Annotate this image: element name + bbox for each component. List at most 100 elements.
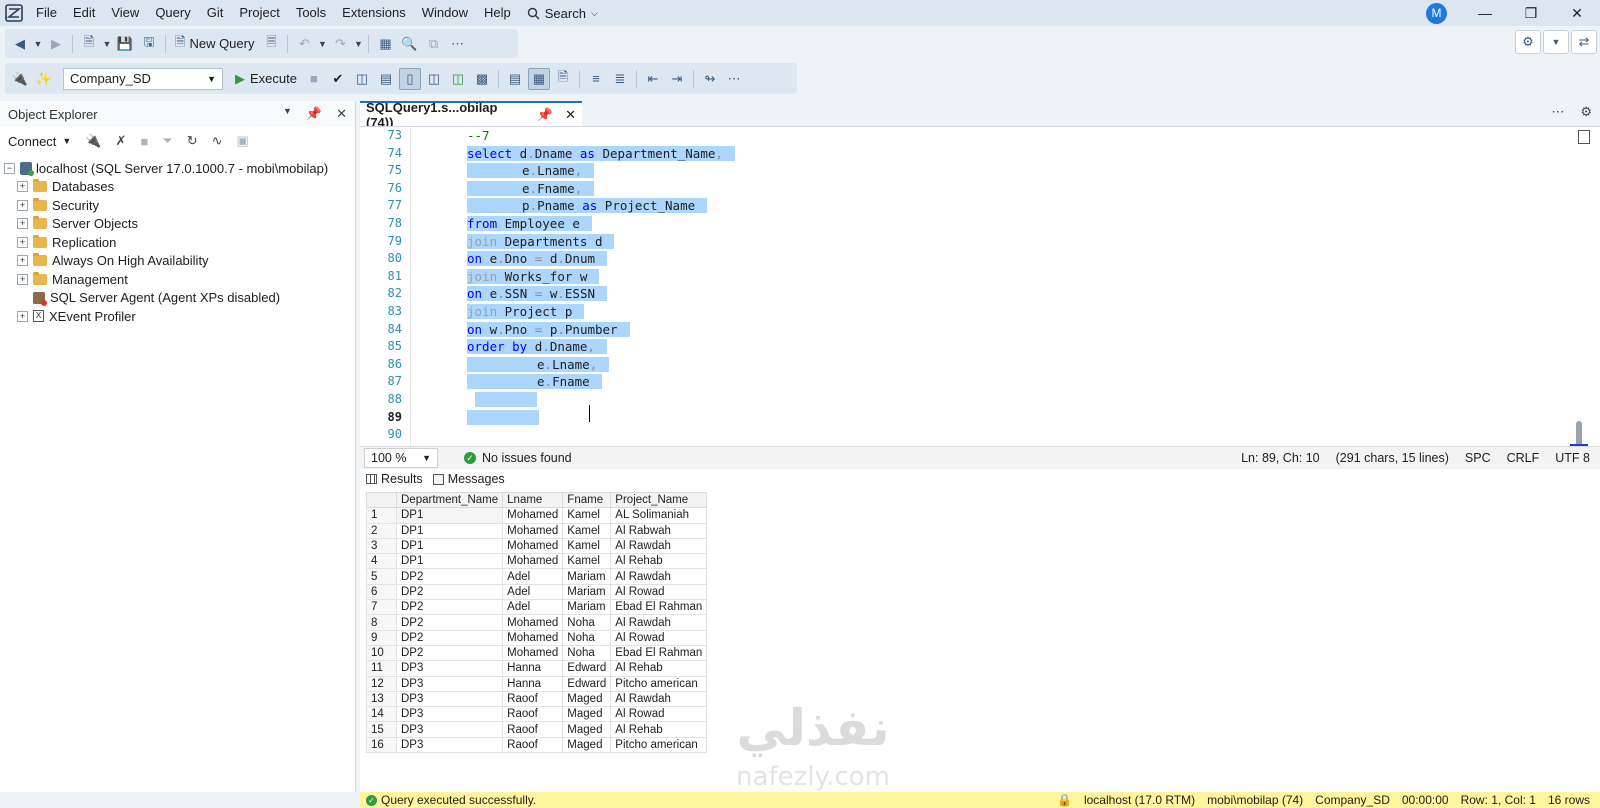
table-row[interactable]: 6 DP2 Adel Mariam Al Rowad — [366, 583, 708, 601]
row-number[interactable]: 1 — [366, 507, 397, 524]
table-cell[interactable]: Al Rehab — [610, 553, 708, 570]
table-cell[interactable]: Noha — [562, 644, 612, 662]
expand-icon[interactable]: + — [17, 273, 28, 285]
whitespace-mode[interactable]: SPC — [1465, 451, 1491, 465]
split-editor-icon[interactable] — [1578, 130, 1590, 144]
table-cell[interactable]: Al Rabwah — [610, 522, 708, 539]
forward-icon[interactable]: ▶ — [45, 33, 67, 55]
menu-edit[interactable]: Edit — [65, 0, 103, 26]
table-cell[interactable]: DP2 — [395, 629, 504, 646]
sql-editor[interactable]: 73 74 75 76 77 78 79 80 81 82 83 84 85 8… — [360, 126, 1600, 446]
intellisense-icon[interactable]: ▯ — [398, 67, 421, 90]
table-cell[interactable]: Al Rawdah — [610, 537, 708, 555]
disconnect-icon[interactable]: ✗ — [116, 133, 127, 149]
results-to-text-icon[interactable]: ▤ — [504, 68, 526, 90]
table-cell[interactable]: Maged — [562, 736, 612, 754]
table-row[interactable]: 7 DP2 Adel Mariam Ebad El Rahman — [366, 599, 708, 616]
tree-node-server-objects[interactable]: + Server Objects — [0, 215, 355, 234]
table-cell[interactable]: Al Rowad — [610, 583, 708, 601]
table-cell[interactable]: Raoof — [502, 736, 564, 754]
pin-icon[interactable]: 📌 — [537, 107, 553, 123]
table-cell[interactable]: DP2 — [395, 583, 504, 601]
row-number[interactable]: 6 — [366, 583, 397, 601]
table-cell[interactable]: Kamel — [562, 507, 612, 524]
undo-icon[interactable]: ↶ — [293, 33, 315, 55]
tree-node-server[interactable]: − localhost (SQL Server 17.0.1000.7 - mo… — [0, 159, 355, 178]
windows-icon[interactable]: ⧉ — [422, 33, 444, 55]
table-cell[interactable]: Al Rowad — [610, 706, 708, 723]
query-designer-icon[interactable]: ▤ — [375, 68, 397, 90]
table-cell[interactable]: DP2 — [395, 568, 504, 585]
client-stats-icon[interactable]: ▩ — [471, 68, 493, 90]
more-icon[interactable]: ⋯ — [1551, 104, 1564, 120]
tree-node-management[interactable]: + Management — [0, 270, 355, 289]
table-cell[interactable]: Mohamed — [502, 522, 564, 539]
save-icon[interactable]: 💾 — [114, 33, 136, 55]
more-icon[interactable]: ⋯ — [723, 68, 745, 90]
table-cell[interactable]: DP1 — [395, 507, 504, 524]
chevron-down-icon[interactable]: ▼ — [283, 106, 292, 122]
table-cell[interactable]: Hanna — [502, 675, 564, 692]
row-number[interactable]: 16 — [366, 736, 397, 754]
table-cell[interactable]: Hanna — [502, 660, 564, 677]
refresh-icon[interactable]: ↻ — [187, 133, 198, 149]
encoding[interactable]: UTF 8 — [1555, 451, 1590, 465]
table-cell[interactable]: Al Rawdah — [610, 690, 708, 708]
table-cell[interactable]: Pitcho american — [610, 736, 708, 754]
table-cell[interactable]: Ebad El Rahman — [610, 644, 708, 662]
row-number[interactable]: 11 — [366, 660, 397, 677]
chevron-down-icon[interactable]: ▼ — [353, 39, 363, 49]
table-cell[interactable]: Al Rehab — [610, 721, 708, 738]
row-number[interactable]: 15 — [366, 721, 397, 738]
collapse-icon[interactable]: − — [4, 162, 15, 174]
column-header[interactable]: Project_Name — [610, 491, 708, 509]
minimize-button[interactable]: — — [1462, 0, 1508, 26]
line-ending[interactable]: CRLF — [1507, 451, 1540, 465]
tree-node-sql-agent[interactable]: SQL Server Agent (Agent XPs disabled) — [0, 289, 355, 308]
tree-node-replication[interactable]: + Replication — [0, 233, 355, 252]
row-number[interactable]: 3 — [366, 537, 397, 555]
redo-icon[interactable]: ↷ — [329, 33, 351, 55]
table-row[interactable]: 1 DP1 Mohamed Kamel AL Solimaniah — [366, 507, 708, 524]
table-cell[interactable]: Adel — [502, 568, 564, 585]
table-cell[interactable]: DP3 — [395, 690, 504, 708]
table-row[interactable]: 11 DP3 Hanna Edward Al Rehab — [366, 660, 708, 677]
table-cell[interactable]: Edward — [562, 675, 612, 692]
table-cell[interactable]: DP3 — [395, 736, 504, 754]
cursor-position[interactable]: Ln: 89, Ch: 10 — [1241, 451, 1320, 465]
table-cell[interactable]: Kamel — [562, 522, 612, 539]
expand-icon[interactable]: + — [17, 218, 28, 230]
stop-icon[interactable]: ■ — [303, 68, 325, 90]
code-area[interactable]: --7 select d.Dname as Department_Name, e… — [410, 127, 1600, 446]
results-to-grid-icon[interactable]: ▦ — [527, 67, 550, 90]
connect-plug-icon[interactable]: 🔌 — [85, 133, 101, 149]
column-header[interactable]: Fname — [562, 491, 612, 509]
table-row[interactable]: 14 DP3 Raoof Maged Al Rowad — [366, 706, 708, 723]
back-icon[interactable]: ◀ — [9, 33, 31, 55]
table-cell[interactable]: DP2 — [395, 644, 504, 662]
tree-node-security[interactable]: + Security — [0, 196, 355, 215]
indent-icon[interactable]: ⇥ — [666, 68, 688, 90]
table-row[interactable]: 10 DP2 Mohamed Noha Ebad El Rahman — [366, 644, 708, 662]
table-cell[interactable]: Maged — [562, 690, 612, 708]
new-file-icon[interactable]: 🗎 — [78, 33, 100, 55]
expand-icon[interactable]: + — [17, 236, 28, 248]
row-number[interactable]: 9 — [366, 629, 397, 646]
connect-plug-icon[interactable]: 🔌 — [9, 68, 31, 90]
menu-help[interactable]: Help — [476, 0, 519, 26]
database-select[interactable]: Company_SD ▼ — [63, 67, 223, 90]
actual-plan-icon[interactable]: ◫ — [423, 68, 445, 90]
scrollbar-thumb[interactable] — [1576, 421, 1582, 446]
table-cell[interactable]: Al Rawdah — [610, 568, 708, 585]
table-cell[interactable]: Mohamed — [502, 644, 564, 662]
table-cell[interactable]: DP2 — [395, 614, 504, 631]
table-cell[interactable]: Noha — [562, 629, 612, 646]
table-cell[interactable]: Noha — [562, 614, 612, 631]
row-number[interactable]: 8 — [366, 614, 397, 631]
table-row[interactable]: 15 DP3 Raoof Maged Al Rehab — [366, 721, 708, 738]
table-cell[interactable]: DP3 — [395, 706, 504, 723]
issues-indicator[interactable]: ✓ No issues found — [464, 451, 572, 465]
outdent-icon[interactable]: ⇤ — [642, 68, 664, 90]
table-cell[interactable]: Kamel — [562, 537, 612, 555]
table-cell[interactable]: DP1 — [395, 522, 504, 539]
